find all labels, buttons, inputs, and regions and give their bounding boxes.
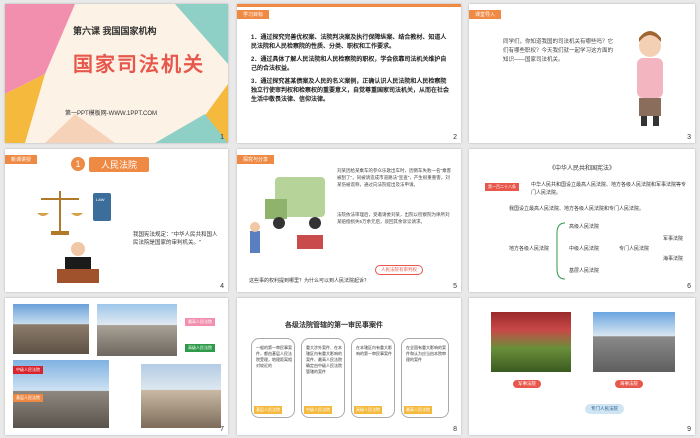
- slide-2-line-3: 3．通过探究甚某债案及人民的名义案例，正确认识人民法院和人民检察院独立行使审判权…: [251, 79, 450, 103]
- slide-5-text: 刘某因给某乘车的参众乐歌出车时，因倒车失败一名"乘客被刮了"，同被请造成市道路法…: [337, 168, 452, 187]
- military-court-photo: [491, 312, 571, 372]
- slide-8-col-label-4: 最高人民法院: [404, 406, 432, 414]
- slide-7-label-4: 基层人民法院: [13, 394, 43, 402]
- slide-9-label-1: 军事法院: [513, 380, 541, 388]
- slide-6-head: 《中华人民共和国宪法》: [549, 166, 616, 172]
- slide-8-col-label-3: 高级人民法院: [354, 406, 382, 414]
- slide-5-tag: 探究与分享: [237, 155, 275, 164]
- slide-thumbnail-3[interactable]: 课堂导入 同学们，你知道我国的司法机关有哪些吗？它们有哪些职权？今天我们就一起学…: [469, 4, 695, 143]
- slide-thumbnail-1[interactable]: 第六课 我国国家机构 国家司法机关 第一PPT模板网-WWW.1PPT.COM …: [5, 4, 228, 143]
- slide-number: 8: [453, 426, 457, 433]
- slide-4-heading-number: 1: [71, 157, 85, 171]
- slide-2-tag: 学习目标: [237, 10, 270, 19]
- slide-6-branch-3: 基层人民法院: [569, 268, 600, 274]
- slide-5-question: 这些事的权利提到哪里？为什么可以到人民法院起诉？: [249, 278, 370, 284]
- slide-6-branch-2: 中级人民法院: [569, 246, 600, 252]
- court-building-photo-2: [97, 304, 177, 356]
- slide-1-footer: 第一PPT模板网-WWW.1PPT.COM: [65, 111, 157, 117]
- slide-4-tag: 新课讲授: [5, 155, 38, 164]
- teacher-illustration: [637, 31, 663, 126]
- slide-number: 5: [453, 283, 457, 290]
- slide-6-branch-1: 高级人民法院: [569, 224, 600, 230]
- law-book-icon: LAW: [93, 193, 111, 221]
- slide-number: 6: [687, 283, 691, 290]
- slide-number: 3: [687, 134, 691, 141]
- slide-4-heading: 人民法院: [89, 157, 150, 172]
- slide-thumbnail-8[interactable]: 各级法院管辖的第一审民事案件 一般的第一审民事案件，都由基层人民法院受理，地理距…: [237, 298, 461, 435]
- slide-sorter-grid: 第六课 我国国家机构 国家司法机关 第一PPT模板网-WWW.1PPT.COM …: [0, 0, 700, 438]
- slide-8-col-3: 在本辖区内有重大影响的第一审民事案件 高级人民法院: [351, 338, 395, 418]
- slide-8-col-2: 重大涉外案件、在本辖区内有重大影响的案件、最高人民法院确定由中级人民法院管辖的案…: [301, 338, 345, 418]
- judge-illustration: [57, 242, 99, 283]
- slide-7-label-2: 高级人民法院: [185, 344, 215, 352]
- slide-3-text: 同学们，你知道我国的司法机关有哪些吗？它们有哪些职权？今天我们就一起学习这方面的…: [503, 39, 614, 63]
- slide-7-label-1: 最高人民法院: [185, 318, 215, 326]
- maritime-court-photo: [593, 312, 675, 372]
- slide-4-quote: 我国宪法规定："中华人民共和国人民法院是国家的审判机关。": [133, 232, 218, 246]
- slide-8-col-label-2: 中级人民法院: [304, 406, 332, 414]
- slide-9-badge: 专门人民法院: [585, 404, 624, 414]
- slide-7-label-3: 中级人民法院: [13, 366, 43, 374]
- slide-2-line-1: 1．通过探究完善优权案、法院判决案及执行保障纵案、结合教材、知道人民法院和人民检…: [251, 35, 447, 50]
- slide-1-lesson: 第六课 我国国家机构: [73, 26, 157, 36]
- slide-thumbnail-6[interactable]: 《中华人民共和国宪法》 第一百二十八条 中华人民共和国设立最高人民法院、地方各级…: [469, 149, 695, 292]
- slide-6-special-1: 军事法院: [663, 236, 684, 242]
- slide-5-label: 人民法院有审判权: [375, 265, 423, 275]
- slide-thumbnail-2[interactable]: 学习目标 1．通过探究完善优权案、法院判决案及执行保障纵案、结合教材、知道人民法…: [237, 4, 461, 143]
- slide-6-special: 专门人民法院: [619, 246, 650, 252]
- slide-8-title: 各级法院管辖的第一审民事案件: [285, 322, 383, 329]
- slide-thumbnail-9[interactable]: 军事法院 海事法院 专门人民法院 9: [469, 298, 695, 435]
- slide-thumbnail-5[interactable]: 探究与分享 刘某因给某乘车的参众乐歌出车时，因倒车失败一名"乘客被刮了"，同被请…: [237, 149, 461, 292]
- slide-6-tag: 第一百二十八条: [485, 183, 519, 191]
- court-building-photo-1: [13, 304, 89, 354]
- slide-8-col-4: 在全国有重大影响的案件和认为应当由本院审理的案件 最高人民法院: [401, 338, 449, 418]
- slide-9-label-2: 海事法院: [615, 380, 643, 388]
- slide-number: 4: [220, 283, 224, 290]
- slide-6-intro: 中华人民共和国设立最高人民法院、地方各级人民法院和军事法院等专门人民法院。: [531, 182, 687, 196]
- slide-8-col-1: 一般的第一审民事案件，都由基层人民法院受理，地理距离相对较近的 基层人民法院: [251, 338, 295, 418]
- accident-illustration: [250, 177, 325, 253]
- scale-of-justice-icon: [37, 191, 83, 235]
- slide-2-line-2: 2．通过具体了解人民法院和人民检察院的职权，学会依靠司法机关维护自己的合法权益。: [251, 57, 447, 72]
- slide-6-special-2: 海事法院: [663, 256, 684, 262]
- slide-6-root: 地方各级人民法院: [509, 246, 550, 252]
- slide-3-tag: 课堂导入: [469, 10, 502, 19]
- slide-1-title: 国家司法机关: [73, 54, 205, 76]
- slide-number: 7: [220, 426, 224, 433]
- slide-8-col-label-1: 基层人民法院: [254, 406, 282, 414]
- slide-number: 2: [453, 134, 457, 141]
- slide-number: 9: [687, 426, 691, 433]
- slide-5-text-2: 法院依法审理后，受邀请委刘某，出院以检察院为律所刘某赔偿损失5万余元后，驳回其余…: [337, 212, 450, 224]
- slide-number: 1: [220, 134, 224, 141]
- court-building-photo-4: [141, 364, 221, 428]
- court-hierarchy-bracket: [556, 222, 566, 280]
- slide-thumbnail-7[interactable]: 最高人民法院 高级人民法院 中级人民法院 基层人民法院 7: [5, 298, 228, 435]
- slide-6-struct: 我国设立最高人民法院、地方各级人民法院和专门人民法院。: [509, 206, 645, 212]
- slide-thumbnail-4[interactable]: 新课讲授 1 人民法院 LAW 我国宪法规定："中华人民共和国人民法院是国家的审…: [5, 149, 228, 292]
